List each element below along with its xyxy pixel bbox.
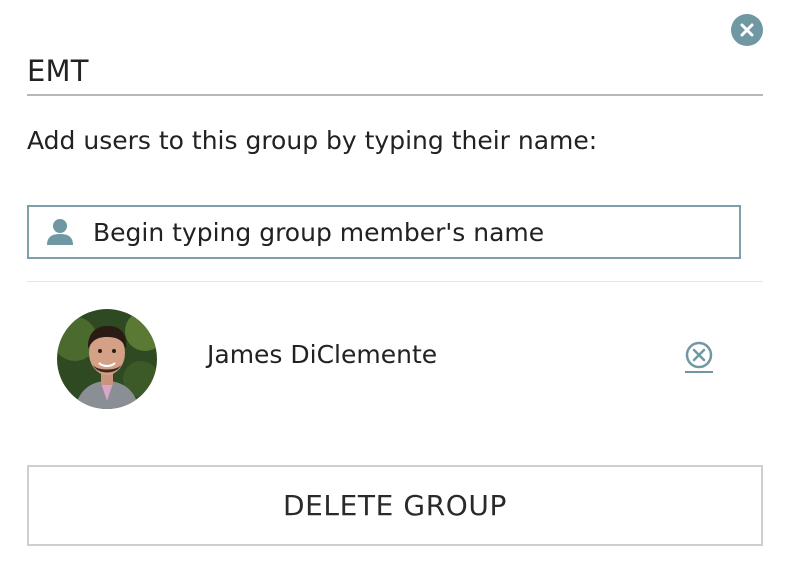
delete-group-button[interactable]: DELETE GROUP [27, 465, 763, 546]
member-list-item: James DiClemente [27, 300, 763, 420]
member-name: James DiClemente [207, 340, 438, 369]
user-icon [47, 219, 73, 245]
group-title-row: EMT [27, 50, 763, 96]
close-dialog-button[interactable] [731, 14, 763, 46]
close-icon [740, 23, 754, 37]
member-search-field[interactable] [27, 205, 741, 259]
avatar [57, 309, 157, 409]
remove-member-button[interactable] [683, 340, 715, 374]
member-search-input[interactable] [93, 217, 723, 247]
avatar-image [57, 309, 157, 409]
instructions-text: Add users to this group by typing their … [27, 126, 598, 155]
divider [27, 281, 763, 282]
remove-member-icon [685, 341, 713, 373]
group-title: EMT [27, 54, 89, 88]
